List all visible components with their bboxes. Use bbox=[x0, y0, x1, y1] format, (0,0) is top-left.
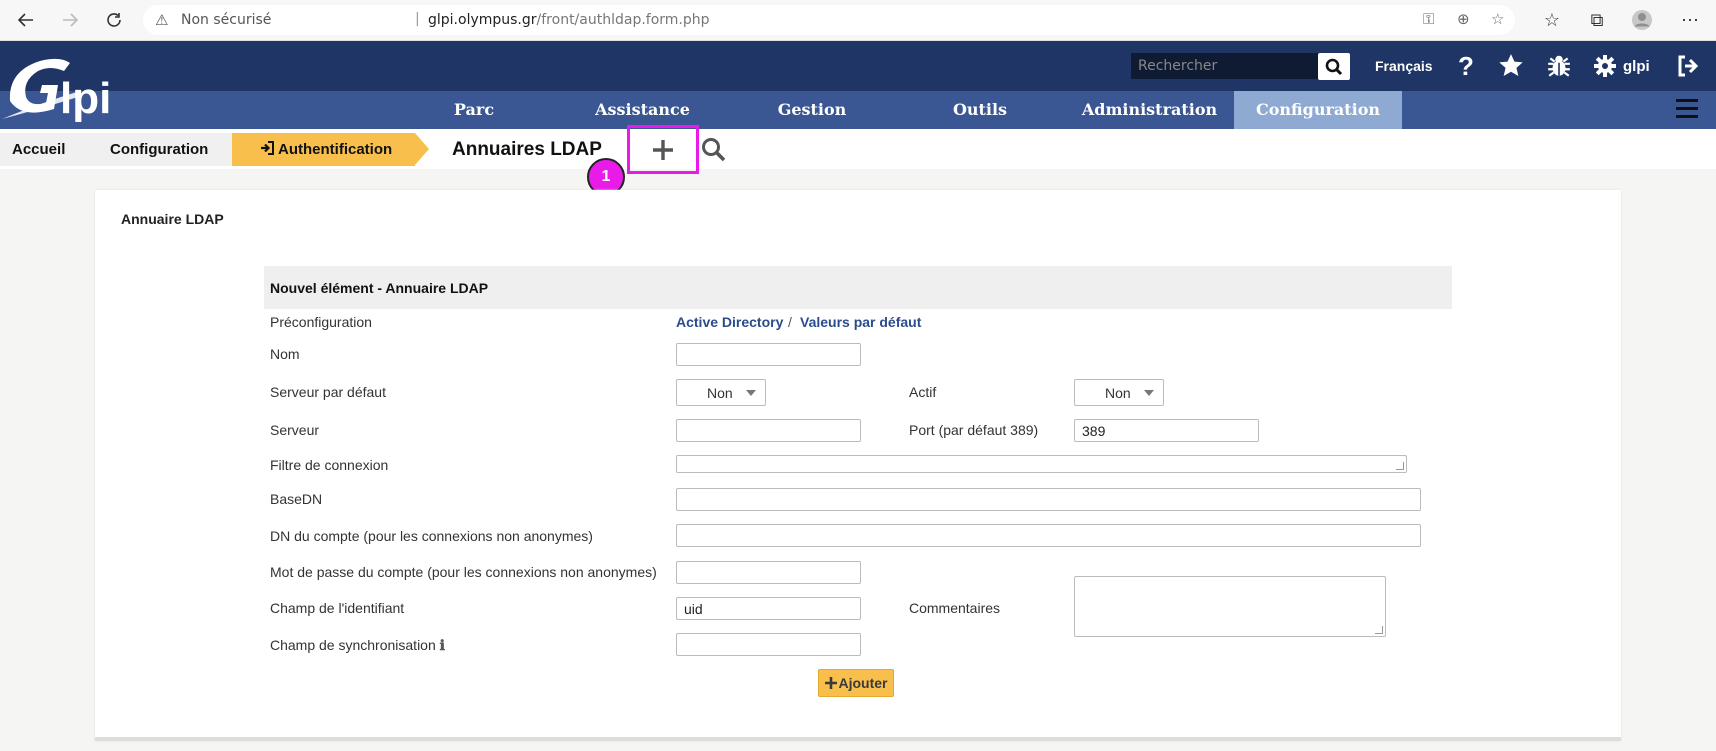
search-input[interactable]: Rechercher bbox=[1131, 53, 1320, 79]
plus-icon bbox=[653, 139, 673, 160]
back-icon[interactable] bbox=[14, 8, 38, 32]
port-label: Port (par défaut 389) bbox=[909, 422, 1039, 438]
collections-icon[interactable]: ⧉ bbox=[1585, 8, 1609, 32]
actif-select[interactable]: Non bbox=[1074, 379, 1164, 406]
identifiant-label: Champ de l'identifiant bbox=[270, 600, 405, 616]
serveur-defaut-select[interactable]: Non bbox=[676, 379, 766, 406]
mdp-label: Mot de passe du compte (pour les connexi… bbox=[270, 564, 657, 580]
filtre-textarea[interactable] bbox=[676, 455, 1407, 473]
serveur-defaut-value: Non bbox=[707, 385, 733, 401]
commentaires-textarea[interactable] bbox=[1074, 576, 1386, 637]
serveur-label: Serveur bbox=[270, 422, 320, 438]
search-button[interactable] bbox=[1318, 53, 1350, 80]
basedn-label: BaseDN bbox=[270, 491, 323, 507]
menu-administration[interactable]: Administration bbox=[1072, 91, 1227, 129]
card-title: Annuaire LDAP bbox=[121, 211, 224, 227]
address-separator: | bbox=[415, 11, 420, 27]
actif-label: Actif bbox=[909, 384, 937, 400]
actif-value: Non bbox=[1105, 385, 1131, 401]
serveur-input[interactable] bbox=[676, 419, 861, 442]
preconfig-defaults-link[interactable]: Valeurs par défaut bbox=[800, 314, 921, 330]
info-icon[interactable]: ℹ bbox=[440, 638, 445, 654]
chevron-down-icon bbox=[746, 390, 756, 396]
settings-menu[interactable]: glpi bbox=[1593, 52, 1650, 80]
breadcrumb-accueil[interactable]: Accueil bbox=[0, 133, 80, 166]
language-selector[interactable]: Français bbox=[1375, 52, 1433, 80]
menu-parc[interactable]: Parc bbox=[434, 91, 514, 129]
commentaires-label: Commentaires bbox=[909, 600, 1001, 616]
serveur-defaut-label: Serveur par défaut bbox=[270, 384, 386, 400]
breadcrumb-configuration[interactable]: Configuration bbox=[80, 133, 232, 166]
star-icon[interactable] bbox=[1498, 52, 1524, 80]
more-icon[interactable]: ⋯ bbox=[1678, 8, 1702, 32]
search-icon bbox=[1325, 58, 1343, 75]
key-icon[interactable]: ⚿ bbox=[1423, 10, 1434, 28]
preconfig-active-directory-link[interactable]: Active Directory bbox=[676, 314, 783, 330]
plus-icon bbox=[824, 677, 837, 689]
dn-compte-label: DN du compte (pour les connexions non an… bbox=[270, 528, 593, 544]
port-input[interactable]: 389 bbox=[1074, 419, 1259, 442]
page-title[interactable]: Annuaires LDAP bbox=[452, 139, 602, 161]
sync-input[interactable] bbox=[676, 633, 861, 656]
hamburger-icon[interactable] bbox=[1676, 99, 1698, 119]
warning-icon: ⚠ bbox=[155, 11, 169, 29]
svg-text:lpi: lpi bbox=[60, 74, 111, 123]
filtre-label: Filtre de connexion bbox=[270, 457, 389, 473]
user-name: glpi bbox=[1623, 57, 1650, 75]
identifiant-input[interactable]: uid bbox=[676, 597, 861, 620]
favorites-icon[interactable]: ☆ bbox=[1540, 8, 1564, 32]
profile-icon[interactable] bbox=[1630, 8, 1654, 32]
chevron-down-icon bbox=[1144, 390, 1154, 396]
sync-label: Champ de synchronisation ℹ bbox=[270, 637, 445, 654]
dn-compte-input[interactable] bbox=[676, 524, 1421, 547]
favorite-add-icon[interactable]: ☆ bbox=[1491, 10, 1504, 28]
forward-icon[interactable] bbox=[58, 8, 82, 32]
nom-label: Nom bbox=[270, 346, 300, 362]
breadcrumb-arrow bbox=[415, 133, 429, 165]
form-header: Nouvel élément - Annuaire LDAP bbox=[264, 266, 1452, 309]
zoom-icon[interactable]: ⊕ bbox=[1457, 10, 1470, 28]
logout-icon[interactable] bbox=[1676, 52, 1700, 80]
sync-label-text: Champ de synchronisation bbox=[270, 637, 436, 653]
gear-icon bbox=[1594, 55, 1616, 77]
add-button[interactable] bbox=[627, 125, 699, 174]
breadcrumb-authentification[interactable]: Authentification bbox=[232, 133, 415, 166]
menu-configuration[interactable]: Configuration bbox=[1234, 91, 1402, 129]
menu-outils[interactable]: Outils bbox=[940, 91, 1020, 129]
security-label: Non sécurisé bbox=[181, 12, 272, 28]
mdp-input[interactable] bbox=[676, 561, 861, 584]
add-submit-button[interactable]: Ajouter bbox=[818, 669, 894, 697]
search-list-icon[interactable] bbox=[701, 137, 727, 163]
menu-gestion[interactable]: Gestion bbox=[762, 91, 862, 129]
preconfig-separator: / bbox=[788, 314, 792, 330]
help-icon[interactable]: ? bbox=[1458, 51, 1474, 81]
breadcrumb-authentification-label: Authentification bbox=[278, 141, 393, 158]
preconfig-label: Préconfiguration bbox=[270, 314, 372, 330]
address-bar[interactable]: ⚠ Non sécurisé | glpi.olympus.gr/front/a… bbox=[143, 5, 1515, 35]
add-submit-label: Ajouter bbox=[838, 675, 888, 691]
url-text: glpi.olympus.gr/front/authldap.form.php bbox=[428, 12, 710, 28]
menu-assistance[interactable]: Assistance bbox=[580, 91, 705, 129]
basedn-input[interactable] bbox=[676, 488, 1421, 511]
glpi-logo[interactable]: lpi bbox=[0, 41, 130, 129]
bug-icon[interactable] bbox=[1546, 52, 1572, 80]
browser-toolbar: ⚠ Non sécurisé | glpi.olympus.gr/front/a… bbox=[0, 0, 1716, 41]
nom-input[interactable] bbox=[676, 343, 861, 366]
sign-in-icon bbox=[261, 141, 274, 155]
reload-icon[interactable] bbox=[102, 8, 126, 32]
